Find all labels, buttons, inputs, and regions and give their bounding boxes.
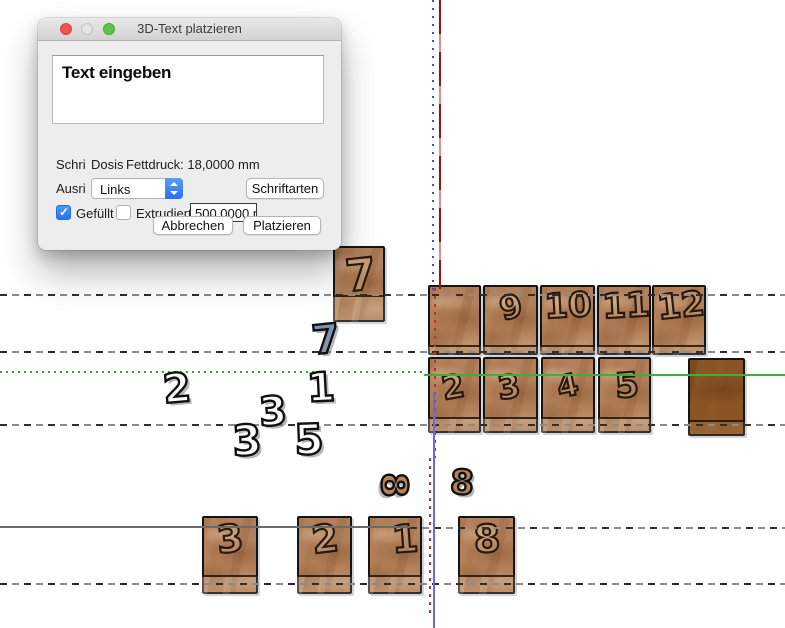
wood-block-bottom-strip [598, 417, 651, 433]
wood-block[interactable]: 5 [598, 357, 651, 433]
block-number: 2 [309, 519, 340, 560]
wood-block[interactable]: 12 [652, 285, 706, 355]
wood-block-bottom-strip [297, 575, 352, 594]
block-number: 2 [439, 369, 466, 404]
dialog-titlebar[interactable]: 3D-Text platzieren [38, 18, 341, 41]
font-weight-size-value: Fettdruck: 18,0000 mm [126, 157, 260, 172]
wood-block[interactable]: 8 [458, 516, 515, 594]
floating-number[interactable]: 3 [231, 419, 262, 462]
font-label: Schri [56, 157, 86, 172]
cancel-button[interactable]: Abbrechen [153, 216, 233, 235]
wood-block-bottom-strip [688, 420, 745, 436]
wood-block-bottom-strip [458, 575, 515, 594]
block-number: 8 [472, 519, 500, 558]
app-window: 791011122345321872133588 3D-Text platzie… [0, 0, 785, 628]
wood-block-bottom-strip [368, 575, 422, 594]
align-dropdown[interactable]: Links [91, 178, 183, 199]
floating-number[interactable]: 8 [375, 472, 411, 497]
dialog-title: 3D-Text platzieren [38, 21, 341, 36]
align-dropdown-value: Links [100, 182, 130, 197]
wood-block[interactable]: 11 [597, 285, 651, 355]
dropdown-stepper-icon[interactable] [165, 178, 183, 199]
wood-block[interactable]: 2 [297, 516, 352, 594]
guide-line-horizontal [0, 371, 426, 373]
place-button[interactable]: Platzieren [243, 216, 321, 235]
wood-block[interactable]: 2 [428, 357, 481, 433]
wood-block[interactable]: 7 [333, 246, 385, 322]
text-input-value: Text eingeben [53, 56, 323, 83]
font-name-value: Dosis [91, 157, 124, 172]
dialog-3d-text-platzieren: 3D-Text platzieren Text eingeben Schri D… [38, 18, 341, 250]
axis-line-vertical [432, 0, 434, 290]
floating-number[interactable]: 5 [294, 419, 325, 462]
floating-number[interactable]: 2 [161, 368, 192, 410]
block-number: 10 [543, 288, 592, 324]
wood-block-bottom-strip [597, 345, 651, 355]
block-number: 11 [601, 288, 650, 324]
fonts-button[interactable]: Schriftarten [246, 178, 324, 199]
wood-block-bottom-strip [540, 345, 595, 355]
align-label: Ausri [56, 181, 86, 196]
extruded-checkbox[interactable] [116, 205, 131, 220]
floating-number[interactable]: 8 [449, 465, 474, 500]
block-number: 12 [656, 287, 707, 326]
wood-block[interactable]: 1 [368, 516, 422, 594]
wood-block-bottom-strip [652, 345, 706, 355]
block-number: 7 [343, 253, 378, 300]
wood-block[interactable] [428, 285, 481, 355]
block-number: 3 [215, 519, 245, 560]
guide-line-horizontal [0, 424, 785, 426]
floating-number[interactable]: 3 [258, 391, 289, 433]
wood-block[interactable]: 3 [202, 516, 258, 594]
wood-block[interactable]: 10 [540, 285, 595, 355]
wood-block[interactable]: 4 [541, 357, 595, 433]
wood-block-bottom-strip [202, 575, 258, 594]
wood-block-bottom-strip [428, 417, 481, 433]
axis-line-vertical [429, 458, 431, 618]
wood-block-bottom-strip [428, 345, 481, 355]
floating-number[interactable]: 7 [310, 319, 342, 362]
filled-label: Gefüllt [76, 206, 114, 221]
wood-block-bottom-strip [483, 345, 538, 355]
wood-block-bottom-strip [483, 417, 538, 433]
wood-block[interactable] [688, 358, 745, 436]
block-number: 1 [390, 519, 419, 559]
filled-checkbox[interactable] [56, 205, 71, 220]
block-number: 5 [614, 368, 640, 404]
wood-block[interactable]: 3 [483, 357, 538, 433]
axis-line-vertical [439, 0, 441, 289]
block-number: 3 [495, 370, 522, 405]
block-number: 9 [496, 289, 525, 325]
wood-block[interactable]: 9 [483, 285, 538, 355]
floating-number[interactable]: 1 [306, 367, 336, 408]
text-input-area[interactable]: Text eingeben [52, 55, 324, 124]
block-number: 4 [555, 370, 582, 404]
wood-block-bottom-strip [541, 417, 595, 433]
